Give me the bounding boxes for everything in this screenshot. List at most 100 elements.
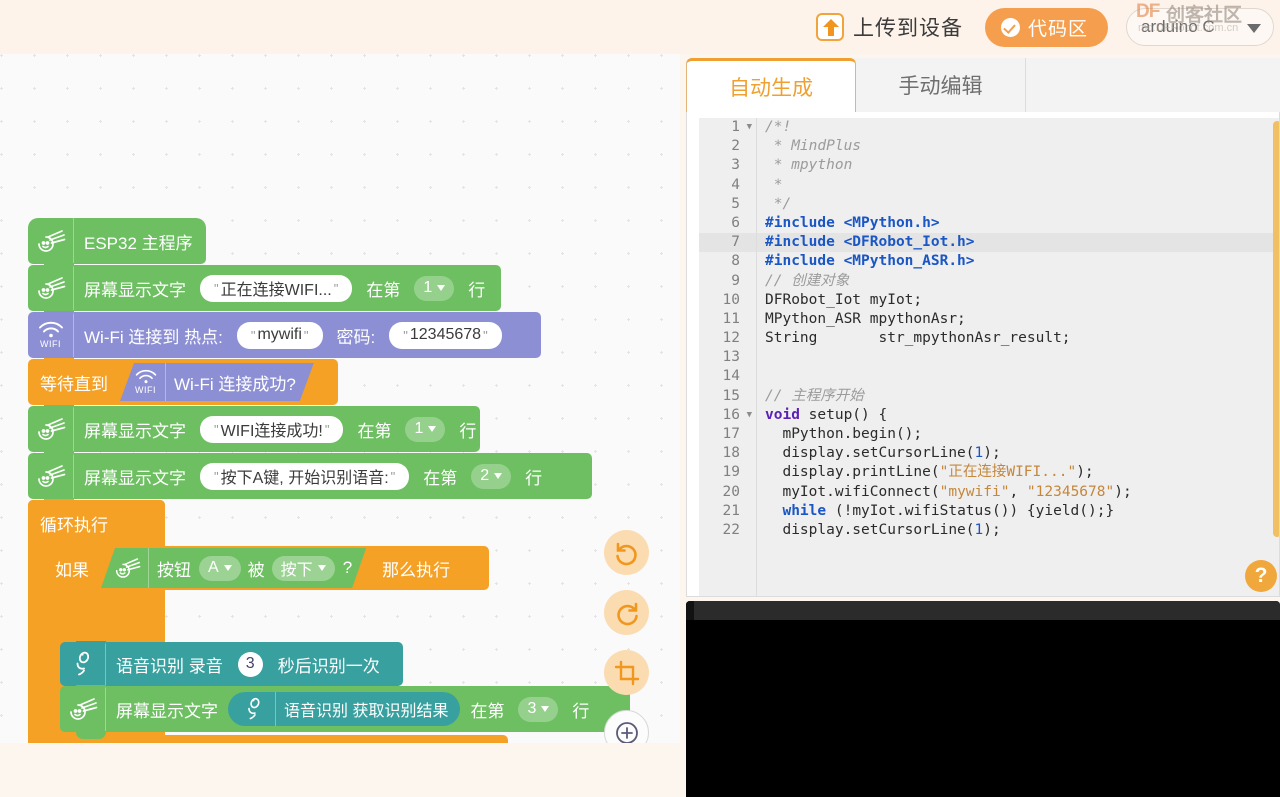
block-canvas[interactable]: ESP32 主程序 屏幕显示文字 " 正在连接WIFI... " 在第 1 行 … [0, 54, 680, 743]
wifi-icon: WIFI [126, 363, 166, 401]
asr-get-result-label: 语音识别 获取识别结果 [284, 703, 449, 720]
code-editor[interactable]: 1 ▼ 2 3 4 5 6 7 8 9 10 11 12 13 14 15 16 ▼… [686, 112, 1280, 597]
button-state-value: 按下 [280, 562, 313, 579]
microphone-icon [232, 692, 276, 726]
code-line: display.setCursorLine(1); [765, 445, 1001, 462]
line-number: 3 [731, 157, 740, 174]
wifi-ssid-field[interactable]: " mywifi " [236, 321, 323, 349]
code-line: #include <MPython.h> [765, 214, 940, 231]
display-text-3-value-field[interactable]: " 按下A键, 开始识别语音: " [200, 462, 410, 490]
block-display-text-1[interactable]: 屏幕显示文字 " 正在连接WIFI... " 在第 1 行 [28, 264, 501, 318]
display-text-4-line-dropdown[interactable]: 3 [518, 696, 559, 722]
chevron-down-icon [318, 565, 326, 571]
code-line: #include <DFRobot_Iot.h> [757, 233, 1279, 253]
button-state-dropdown[interactable]: 按下 [272, 556, 335, 581]
help-button-label: ? [1254, 564, 1268, 587]
code-text[interactable]: /*! * MindPlus * mpython * */ #include <… [757, 118, 1279, 596]
code-line: display.setCursorLine(1); [765, 521, 1001, 538]
mpython-icon [28, 265, 74, 311]
display-text-2-line-value: 1 [414, 420, 424, 437]
button-condition-label: 按钮 [157, 560, 191, 580]
line-number: 16 ▼ [699, 406, 756, 425]
display-text-2-line-dropdown[interactable]: 1 [405, 416, 446, 442]
display-text-1-value: 正在连接WIFI... [220, 282, 332, 299]
display-text-2-tail-label: 行 [459, 421, 477, 441]
block-display-text-1-label: 屏幕显示文字 [84, 280, 186, 300]
code-line: /*! [765, 119, 792, 135]
line-number: 8 [731, 253, 740, 270]
display-text-3-line-value: 2 [480, 467, 490, 484]
block-asr-record-tail: 秒后识别一次 [277, 656, 380, 676]
crop-button[interactable] [604, 650, 649, 695]
asr-get-result-reporter[interactable]: 语音识别 获取识别结果 [228, 692, 461, 726]
button-pressed-condition[interactable]: 按钮 A 被 按下 ? [101, 548, 366, 588]
language-select-value: arduino C [1141, 17, 1215, 36]
wifi-connected-condition[interactable]: WIFI Wi-Fi 连接成功? [120, 363, 314, 401]
line-number: 11 [722, 310, 740, 327]
wifi-connected-label: Wi-Fi 连接成功? [174, 374, 296, 394]
block-wait-until[interactable]: 等待直到 WIFI Wi-Fi 连接成功? [28, 358, 338, 412]
wifi-password-field[interactable]: " 12345678 " [389, 321, 502, 349]
tab-auto-generate[interactable]: 自动生成 [686, 58, 856, 113]
line-number: 4 [731, 176, 740, 193]
language-select[interactable]: arduino C [1126, 8, 1274, 46]
block-display-text-4-label: 屏幕显示文字 [116, 701, 218, 721]
zoom-in-button[interactable] [604, 710, 649, 743]
wifi-password-value: 12345678 [409, 326, 482, 343]
display-text-3-line-dropdown[interactable]: 2 [471, 463, 512, 489]
button-name-value: A [208, 559, 219, 576]
line-number: 18 [722, 445, 740, 462]
block-display-text-3[interactable]: 屏幕显示文字 " 按下A键, 开始识别语音: " 在第 2 行 [28, 452, 592, 506]
microphone-icon [60, 642, 106, 686]
code-viewport[interactable]: 1 ▼ 2 3 4 5 6 7 8 9 10 11 12 13 14 15 16 ▼… [699, 118, 1279, 596]
block-wifi-connect-label: Wi-Fi 连接到 热点: [84, 327, 223, 347]
display-text-1-line-value: 1 [423, 279, 433, 296]
block-forever-loop-label: 循环执行 [40, 515, 108, 535]
code-area-button[interactable]: 代码区 [984, 7, 1108, 47]
tab-auto-generate-label: 自动生成 [729, 76, 813, 100]
chevron-down-icon [1247, 24, 1261, 33]
redo-button[interactable] [604, 590, 649, 635]
wifi-ssid-value: mywifi [257, 326, 302, 343]
serial-console[interactable] [686, 601, 1280, 797]
undo-button[interactable] [604, 530, 649, 575]
display-text-1-value-field[interactable]: " 正在连接WIFI... " [200, 274, 353, 302]
help-button[interactable]: ? [1245, 560, 1277, 592]
upload-to-device-button[interactable]: 上传到设备 [815, 12, 963, 42]
block-wait-until-label: 等待直到 [40, 374, 108, 394]
asr-seconds-field[interactable]: 3 [237, 651, 263, 677]
code-line: */ [765, 195, 792, 212]
code-scrollbar[interactable] [1273, 121, 1279, 537]
block-esp32-main[interactable]: ESP32 主程序 [28, 218, 206, 271]
line-number: 22 [722, 521, 740, 538]
block-display-text-2[interactable]: 屏幕显示文字 " WIFI连接成功! " 在第 1 行 [28, 405, 480, 459]
code-line: #include <MPython_ASR.h> [765, 253, 975, 270]
mpython-icon [28, 453, 74, 499]
code-pane: 自动生成 手动编辑 1 ▼ 2 3 4 5 6 7 8 9 10 11 12 13… [680, 54, 1280, 797]
line-number: 21 [722, 502, 740, 519]
code-line: // 主程序开始 [765, 387, 864, 404]
line-number: 20 [722, 483, 740, 500]
line-number: 7 [699, 233, 756, 253]
display-text-1-line-dropdown[interactable]: 1 [414, 275, 455, 301]
display-text-3-mid-label: 在第 [423, 468, 458, 488]
display-text-1-mid-label: 在第 [366, 280, 401, 300]
display-text-2-value-field[interactable]: " WIFI连接成功! " [200, 415, 344, 443]
block-asr-record[interactable]: 语音识别 录音 3 秒后识别一次 [60, 641, 403, 693]
chevron-down-icon [494, 473, 503, 479]
code-line: * mpython [765, 157, 853, 174]
block-display-text-4[interactable]: 屏幕显示文字 语音识别 获取识别结果 在第 3 行 [60, 685, 630, 739]
code-line: void setup() { [765, 406, 888, 423]
mpython-icon [28, 406, 74, 452]
block-if-then-label: 如果 [55, 560, 89, 580]
fold-arrow-icon[interactable]: ▼ [747, 406, 752, 425]
code-line: // 创建对象 [765, 272, 850, 289]
display-text-4-tail-label: 行 [572, 701, 590, 721]
button-name-dropdown[interactable]: A [199, 556, 241, 581]
code-line: * [765, 176, 783, 193]
mpython-icon [60, 686, 106, 732]
fold-arrow-icon[interactable]: ▼ [747, 118, 752, 137]
block-wifi-connect[interactable]: WIFI Wi-Fi 连接到 热点: " mywifi " 密码: " 1234567… [28, 311, 541, 365]
tab-manual-edit[interactable]: 手动编辑 [856, 58, 1026, 112]
